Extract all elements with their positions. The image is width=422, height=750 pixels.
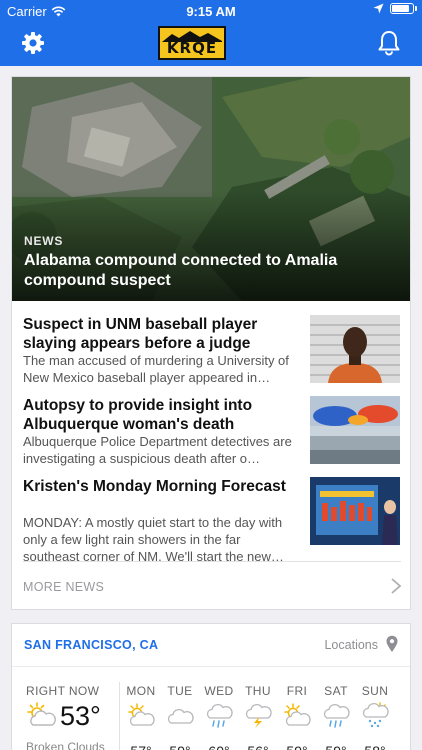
forecast-image [310, 477, 400, 545]
story-summary: MONDAY: A mostly quiet start to the day … [23, 515, 284, 564]
forecast-divider [119, 682, 120, 750]
forecast-day-temp: 59° [278, 743, 316, 750]
more-news-row[interactable]: MORE NEWS [23, 561, 402, 611]
forecast-day-name: FRI [286, 684, 308, 698]
weather-card: SAN FRANCISCO, CA Locations RIGHT NOW 53… [11, 623, 411, 750]
story-title: Suspect in UNM baseball player slaying a… [23, 316, 258, 352]
logo-text: KRQE [166, 39, 218, 57]
rain-icon [206, 704, 233, 728]
forecast-day: MON 57° [122, 684, 160, 750]
partly-cloudy-icon [27, 702, 56, 726]
story-item[interactable]: Autopsy to provide insight into Albuquer… [23, 396, 403, 468]
forecast-day-temp: 58° [356, 743, 394, 750]
more-news-label: MORE NEWS [23, 580, 105, 594]
status-bar: Carrier 9:15 AM [0, 0, 422, 22]
chevron-right-icon [391, 578, 402, 594]
cloud-icon [167, 709, 194, 724]
status-right [373, 3, 417, 14]
location-pin-icon[interactable] [385, 635, 399, 653]
story-title: Autopsy to provide insight into Albuquer… [23, 397, 253, 433]
forecast-day: WED 60° [200, 684, 238, 750]
clock: 9:15 AM [186, 4, 236, 19]
story-thumbnail [310, 315, 400, 383]
story-thumbnail [310, 477, 400, 545]
forecast-day-name: WED [204, 684, 234, 698]
location-arrow-icon [373, 3, 384, 14]
forecast-day: SUN 58° [356, 684, 394, 750]
thunderstorm-icon [245, 704, 272, 728]
current-temperature: 53° [60, 701, 101, 731]
forecast-day: THU 56° [239, 684, 277, 750]
story-title: Kristen's Monday Morning Forecast [23, 478, 286, 495]
forecast-day-temp: 56° [239, 743, 277, 750]
forecast-day-temp: 60° [200, 743, 238, 750]
police-lights-image [310, 396, 400, 464]
forecast-day-temp: 59° [161, 743, 199, 750]
forecast-day-name: SUN [361, 684, 389, 698]
locations-button[interactable]: Locations [324, 638, 378, 652]
forecast-day-temp: 59° [317, 743, 355, 750]
forecast-day: TUE 59° [161, 684, 199, 750]
right-now-label: RIGHT NOW [26, 684, 100, 698]
story-thumbnail [310, 396, 400, 464]
featured-story[interactable]: NEWS Alabama compound connected to Amali… [12, 77, 410, 301]
rain-icon [323, 704, 350, 728]
weather-location[interactable]: SAN FRANCISCO, CA [24, 638, 158, 652]
story-item[interactable]: Kristen's Monday Morning Forecast MONDAY… [23, 477, 403, 564]
partly-cloudy-icon [128, 703, 155, 726]
news-card: NEWS Alabama compound connected to Amali… [11, 76, 411, 610]
forecast-day-name: MON [126, 684, 156, 698]
partly-cloudy-icon [284, 703, 311, 726]
current-condition: Broken Clouds [26, 740, 105, 750]
bell-icon[interactable] [377, 30, 401, 56]
forecast-day-name: TUE [167, 684, 193, 698]
snow-rain-icon [362, 702, 389, 728]
gear-icon[interactable] [21, 31, 45, 55]
story-item[interactable]: Suspect in UNM baseball player slaying a… [23, 315, 403, 387]
weather-divider [12, 666, 410, 667]
featured-tag: NEWS [24, 234, 64, 248]
story-summary: The man accused of murdering a Universit… [23, 353, 289, 385]
featured-headline: Alabama compound connected to Amalia com… [24, 252, 338, 289]
forecast-day: FRI 59° [278, 684, 316, 750]
forecast-day-temp: 57° [122, 743, 160, 750]
battery-icon [390, 3, 417, 14]
krqe-logo[interactable]: KRQE [158, 26, 226, 60]
forecast-day-name: THU [245, 684, 271, 698]
top-bar: Carrier 9:15 AM KRQE [0, 0, 422, 66]
forecast-day: SAT 59° [317, 684, 355, 750]
forecast-day-name: SAT [324, 684, 348, 698]
story-summary: Albuquerque Police Department detectives… [23, 434, 292, 466]
mugshot-image [310, 315, 400, 383]
